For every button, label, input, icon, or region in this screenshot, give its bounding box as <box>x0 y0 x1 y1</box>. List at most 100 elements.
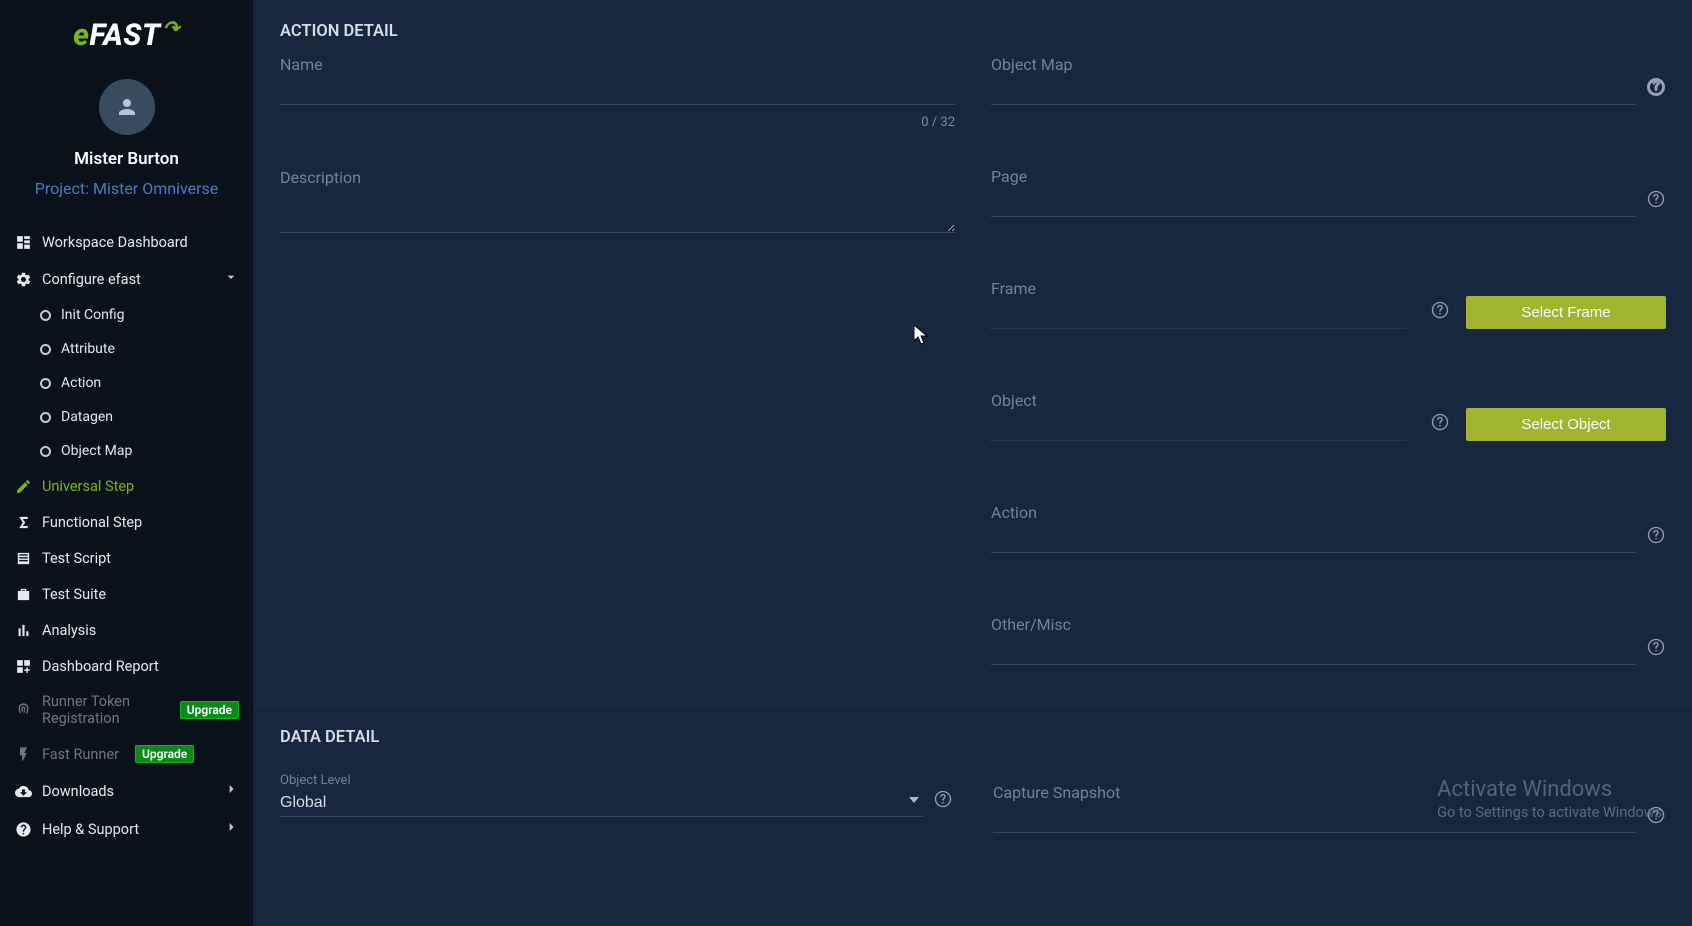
sidebar-item-label: Help & Support <box>42 821 139 838</box>
sidebar-item-runner-token[interactable]: Runner Token Registration Upgrade <box>0 684 253 736</box>
description-input[interactable] <box>280 189 955 233</box>
sidebar-item-object-map[interactable]: Object Map <box>0 434 253 468</box>
object-map-label: Object Map <box>991 55 1636 74</box>
field-other-misc: Other/Misc <box>991 615 1666 665</box>
help-icon[interactable] <box>1646 77 1666 101</box>
sidebar-item-datagen[interactable]: Datagen <box>0 400 253 434</box>
sidebar-item-attribute[interactable]: Attribute <box>0 332 253 366</box>
sidebar-item-label: Configure efast <box>42 271 141 288</box>
other-misc-input[interactable] <box>991 636 1636 665</box>
help-icon[interactable] <box>1646 189 1666 213</box>
section-title-data-detail: DATA DETAIL <box>266 706 1666 761</box>
help-icon[interactable] <box>1430 300 1450 324</box>
sidebar-item-label: Attribute <box>61 341 115 357</box>
chart-icon <box>14 621 32 639</box>
sidebar-item-label: Datagen <box>61 409 113 425</box>
sidebar-item-action[interactable]: Action <box>0 366 253 400</box>
sidebar-item-label: Universal Step <box>42 478 134 495</box>
sidebar-item-fast-runner[interactable]: Fast Runner Upgrade <box>0 736 253 772</box>
sidebar-item-label: Analysis <box>42 622 96 639</box>
action-label: Action <box>991 503 1636 522</box>
sidebar-item-label: Runner Token Registration <box>42 693 164 727</box>
project-label: Project: Mister Omniverse <box>0 179 253 198</box>
logo-main: FAST <box>89 18 160 53</box>
other-misc-label: Other/Misc <box>991 615 1636 634</box>
sidebar-item-configure-efast[interactable]: Configure efast <box>0 260 253 298</box>
help-icon[interactable] <box>1646 805 1666 829</box>
chevron-right-icon <box>223 781 239 801</box>
sidebar-item-label: Action <box>61 375 101 391</box>
object-label: Object <box>991 391 1406 410</box>
main-content: ACTION DETAIL Name 0 / 32 Description <box>254 0 1692 926</box>
sidebar-item-dashboard-report[interactable]: Dashboard Report <box>0 648 253 684</box>
select-frame-button[interactable]: Select Frame <box>1466 296 1666 329</box>
logo: eFAST↷ <box>0 0 253 59</box>
action-input[interactable] <box>991 524 1636 553</box>
caret-down-icon <box>909 790 919 809</box>
upgrade-badge[interactable]: Upgrade <box>135 745 194 763</box>
field-action: Action <box>991 503 1666 553</box>
object-level-label: Object Level <box>280 773 351 788</box>
help-icon[interactable] <box>1430 412 1450 436</box>
name-input[interactable] <box>280 76 955 105</box>
field-object-level: Object Level <box>280 769 923 817</box>
sidebar-item-label: Init Config <box>61 307 124 323</box>
sidebar-item-init-config[interactable]: Init Config <box>0 298 253 332</box>
description-label: Description <box>280 168 955 187</box>
field-page: Page <box>991 167 1666 217</box>
bolt-icon <box>14 745 32 763</box>
briefcase-icon <box>14 585 32 603</box>
bullet-icon <box>40 412 51 423</box>
page-input[interactable] <box>991 188 1636 217</box>
object-level-select[interactable] <box>280 788 923 817</box>
help-icon[interactable] <box>1646 525 1666 549</box>
sidebar-item-workspace-dashboard[interactable]: Workspace Dashboard <box>0 224 253 260</box>
logo-prefix: e <box>73 18 89 53</box>
object-map-input[interactable] <box>991 76 1636 105</box>
fingerprint-icon <box>14 701 32 719</box>
section-title-action-detail: ACTION DETAIL <box>266 0 1666 55</box>
sidebar-item-label: Fast Runner <box>42 746 119 763</box>
profile-block: Mister Burton Project: Mister Omniverse <box>0 59 253 224</box>
sidebar-item-test-script[interactable]: Test Script <box>0 540 253 576</box>
sidebar-item-label: Downloads <box>42 783 114 800</box>
sidebar-item-label: Object Map <box>61 443 132 459</box>
help-icon[interactable] <box>1646 637 1666 661</box>
frame-label: Frame <box>991 279 1406 298</box>
sigma-icon <box>14 513 32 531</box>
dashboard-icon <box>14 233 32 251</box>
logo-swoosh-icon: ↷ <box>163 16 180 40</box>
sidebar-item-help-support[interactable]: Help & Support <box>0 810 253 848</box>
bullet-icon <box>40 378 51 389</box>
chevron-right-icon <box>223 819 239 839</box>
frame-input[interactable] <box>991 300 1406 329</box>
capture-snapshot-input[interactable] <box>993 804 1636 833</box>
field-capture-snapshot: Capture Snapshot <box>993 769 1666 833</box>
avatar[interactable] <box>99 79 155 135</box>
edit-icon <box>14 477 32 495</box>
gear-icon <box>14 270 32 288</box>
sidebar-item-label: Functional Step <box>42 514 142 531</box>
sidebar-item-label: Workspace Dashboard <box>42 234 188 251</box>
sidebar-item-downloads[interactable]: Downloads <box>0 772 253 810</box>
upgrade-badge[interactable]: Upgrade <box>180 701 239 719</box>
sidebar: eFAST↷ Mister Burton Project: Mister Omn… <box>0 0 254 926</box>
nav: Workspace Dashboard Configure efast Init… <box>0 224 253 926</box>
bullet-icon <box>40 446 51 457</box>
bullet-icon <box>40 344 51 355</box>
person-icon <box>115 95 139 119</box>
page-label: Page <box>991 167 1636 186</box>
object-input[interactable] <box>991 412 1406 441</box>
bullet-icon <box>40 310 51 321</box>
name-counter: 0 / 32 <box>280 115 955 130</box>
sidebar-item-label: Test Suite <box>42 586 106 603</box>
sidebar-item-analysis[interactable]: Analysis <box>0 612 253 648</box>
sidebar-item-functional-step[interactable]: Functional Step <box>0 504 253 540</box>
help-icon[interactable] <box>933 789 953 813</box>
sidebar-item-test-suite[interactable]: Test Suite <box>0 576 253 612</box>
capture-snapshot-label: Capture Snapshot <box>993 783 1636 802</box>
field-frame-row: Frame Select Frame <box>991 279 1666 329</box>
sidebar-item-label: Dashboard Report <box>42 658 159 675</box>
sidebar-item-universal-step[interactable]: Universal Step <box>0 468 253 504</box>
select-object-button[interactable]: Select Object <box>1466 408 1666 441</box>
